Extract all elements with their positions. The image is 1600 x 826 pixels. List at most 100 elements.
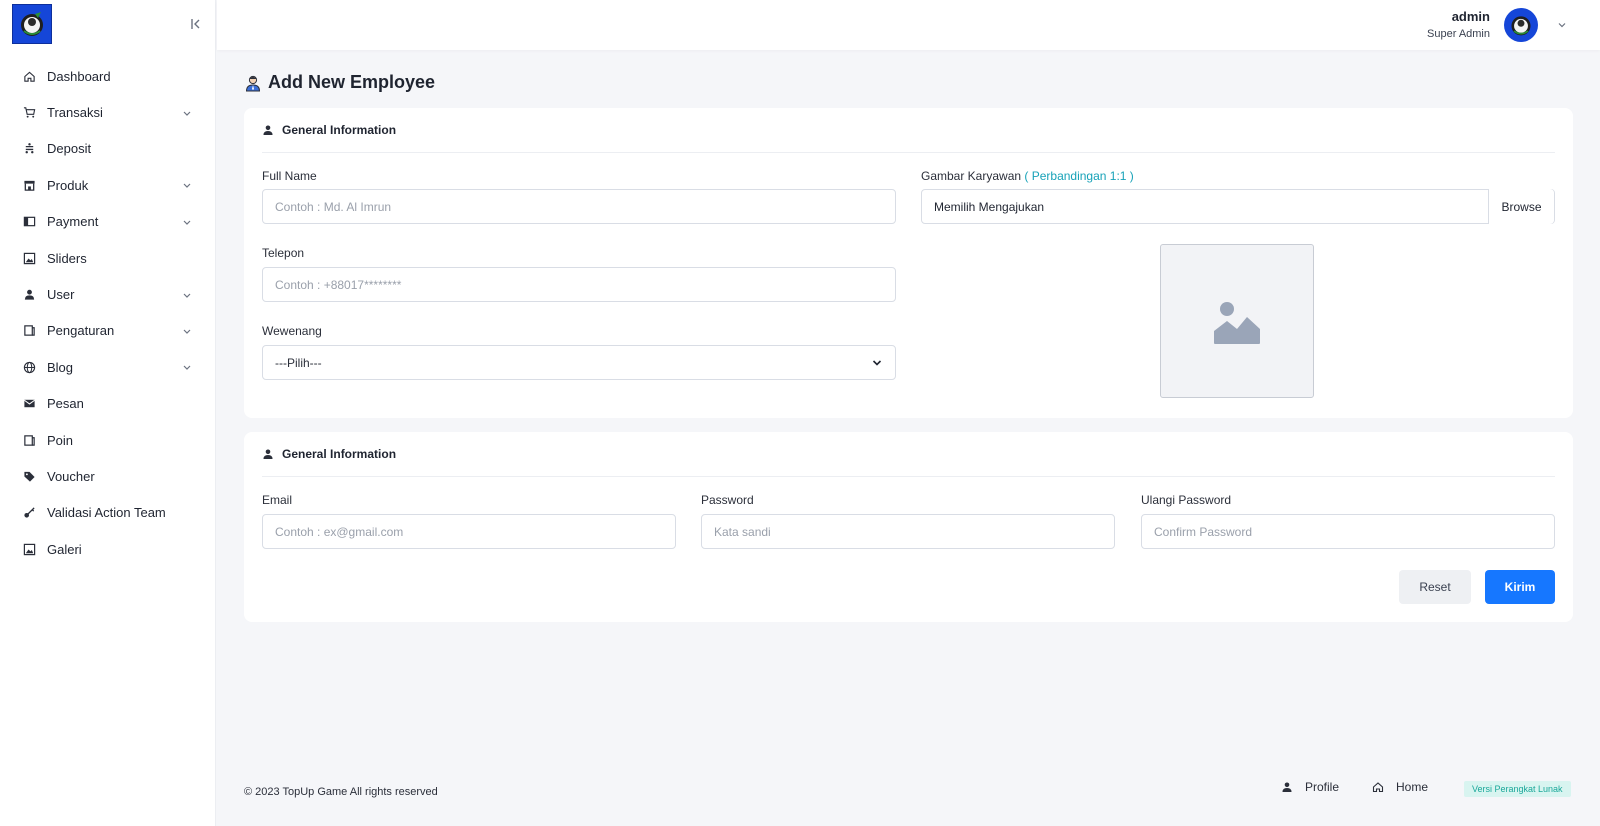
image-label: Gambar Karyawan ( Perbandingan 1:1 ) [921,169,1134,183]
employee-icon [245,75,261,91]
sidebar-item-label: Voucher [47,468,95,484]
top-header: admin Super Admin [217,0,1600,50]
email-input[interactable]: Contoh : ex@gmail.com [262,514,676,549]
user-name: admin [1451,9,1490,24]
general-information-card: General Information Full Name Contoh : M… [244,108,1573,418]
card-title: General Information [282,447,397,461]
reset-button[interactable]: Reset [1399,570,1471,604]
footer-profile-label: Profile [1305,780,1340,794]
sidebar-item-blog[interactable]: Blog [0,349,216,385]
user-icon [1282,782,1292,792]
settings-icon [22,324,36,338]
chevron-down-icon [183,293,191,298]
sidebar-item-pengaturan[interactable]: Pengaturan [0,313,216,349]
card-header: General Information [262,432,1555,477]
collapse-sidebar-icon[interactable] [188,16,204,32]
user-icon [22,288,36,302]
gallery-icon [22,542,36,556]
full-name-label: Full Name [262,169,317,183]
page-title: Add New Employee [244,72,435,93]
user-icon [263,449,273,459]
deposit-icon [22,142,36,156]
logo-icon [21,12,43,36]
sidebar-item-label: Validasi Action Team [47,505,166,521]
sidebar-item-user[interactable]: User [0,276,216,312]
sidebar-item-galeri[interactable]: Galeri [0,531,216,567]
password-input[interactable]: Kata sandi [701,514,1115,549]
mail-icon [22,397,36,411]
sidebar-item-label: Sliders [47,250,87,266]
sidebar-item-dashboard[interactable]: Dashboard [0,58,216,94]
user-role: Super Admin [1427,28,1490,40]
sidebar-item-label: Pengaturan [47,323,115,339]
email-label: Email [262,493,293,507]
page-title-text: Add New Employee [268,72,436,92]
account-information-card: General Information Email Contoh : ex@gm… [244,432,1573,622]
points-icon [22,433,36,447]
key-icon [22,506,36,520]
image-file-input[interactable]: Memilih Mengajukan Browse [921,189,1555,224]
sidebar-item-payment[interactable]: Payment [0,204,216,240]
chevron-down-icon [183,111,191,116]
sidebar-item-deposit[interactable]: Deposit [0,131,216,167]
home-icon [1372,782,1384,793]
sidebar-nav: Dashboard Transaksi Deposit Produk Payme… [0,58,216,567]
card-header: General Information [262,108,1555,153]
full-name-input[interactable]: Contoh : Md. Al Imrun [262,189,896,224]
file-input-value: Memilih Mengajukan [934,199,1045,214]
sidebar-item-sliders[interactable]: Sliders [0,240,216,276]
password-label: Password [701,493,754,507]
confirm-password-label: Ulangi Password [1141,493,1232,507]
image-placeholder-icon [1214,302,1260,344]
sidebar-item-label: Blog [47,359,74,375]
payment-icon [22,215,36,229]
image-label-text: Gambar Karyawan [921,169,1022,183]
sidebar-item-voucher[interactable]: Voucher [0,458,216,494]
footer-home-label: Home [1396,780,1429,794]
sidebar-item-validasi-action-team[interactable]: Validasi Action Team [0,495,216,531]
sidebar-item-produk[interactable]: Produk [0,167,216,203]
submit-button[interactable]: Kirim [1485,570,1555,604]
sidebar-item-label: Deposit [47,141,92,157]
sidebar-item-label: Produk [47,177,89,193]
sidebar-item-pesan[interactable]: Pesan [0,386,216,422]
footer-profile-link[interactable]: Profile [1281,780,1339,794]
sidebar-item-label: User [47,287,75,303]
user-icon [263,125,273,135]
avatar-logo-icon [1511,16,1531,36]
sidebar-item-label: Pesan [47,396,84,412]
home-icon [22,69,36,83]
sidebar-item-label: Poin [47,432,74,448]
avatar[interactable] [1504,8,1538,42]
copyright-text: © 2023 TopUp Game All rights reserved [244,786,438,798]
role-label: Wewenang [262,324,322,338]
sidebar: Dashboard Transaksi Deposit Produk Payme… [0,0,216,826]
cart-icon [22,106,36,120]
role-select[interactable]: ---Pilih--- [262,345,896,380]
store-icon [22,178,36,192]
phone-input[interactable]: Contoh : +88017******** [262,267,896,302]
app-logo[interactable] [12,4,52,44]
footer-home-link[interactable]: Home [1372,780,1428,794]
chevron-down-icon [183,183,191,189]
sidebar-item-transaksi[interactable]: Transaksi [0,94,216,130]
chevron-down-icon [872,359,882,366]
role-select-value: ---Pilih--- [275,355,322,370]
chevron-down-icon [183,365,191,371]
sidebar-item-label: Dashboard [47,68,111,84]
image-preview [1160,244,1314,398]
sidebar-item-label: Transaksi [47,105,103,121]
phone-label: Telepon [262,246,305,260]
confirm-password-input[interactable]: Confirm Password [1141,514,1555,549]
card-title: General Information [282,123,397,137]
image-ratio-hint: ( Perbandingan 1:1 ) [1024,169,1134,183]
user-info[interactable]: admin Super Admin [1427,9,1490,42]
globe-icon [22,360,36,374]
user-menu-chevron-icon[interactable] [1556,19,1568,31]
browse-button[interactable]: Browse [1488,189,1554,224]
image-icon [22,251,36,265]
chevron-down-icon [183,220,191,225]
sidebar-item-poin[interactable]: Poin [0,422,216,458]
sidebar-item-label: Payment [47,214,99,230]
chevron-down-icon [183,329,191,334]
